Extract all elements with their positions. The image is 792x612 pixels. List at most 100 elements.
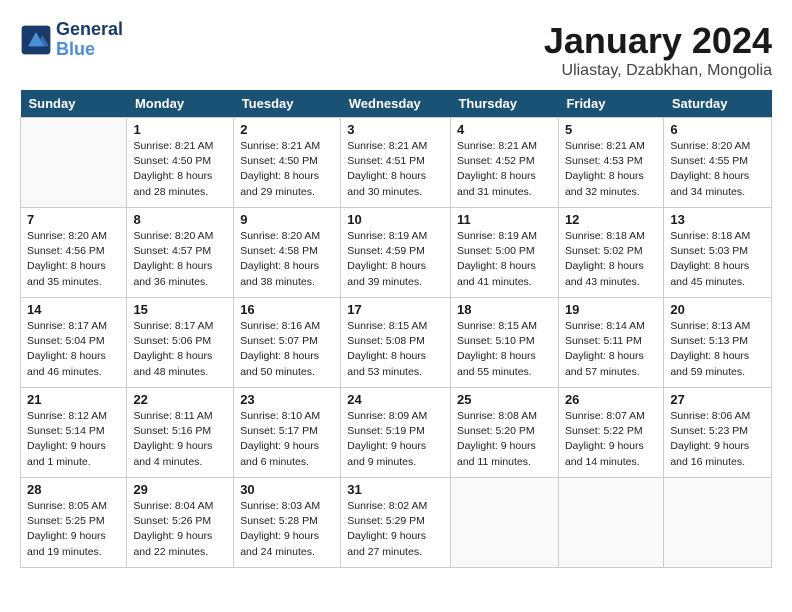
day-cell: 2 Sunrise: 8:21 AMSunset: 4:50 PMDaylight…	[234, 118, 341, 208]
day-number: 1	[133, 122, 227, 137]
day-info: Sunrise: 8:21 AMSunset: 4:51 PMDaylight:…	[347, 139, 444, 200]
day-number: 5	[565, 122, 657, 137]
day-header-wednesday: Wednesday	[341, 90, 451, 118]
day-info: Sunrise: 8:20 AMSunset: 4:56 PMDaylight:…	[27, 229, 120, 290]
day-number: 27	[670, 392, 765, 407]
logo-text: General Blue	[56, 20, 123, 60]
day-info: Sunrise: 8:11 AMSunset: 5:16 PMDaylight:…	[133, 409, 227, 470]
day-cell: 24 Sunrise: 8:09 AMSunset: 5:19 PMDayligh…	[341, 388, 451, 478]
day-cell: 12Sunrise: 8:18 AMSunset: 5:02 PMDayligh…	[558, 208, 663, 298]
day-number: 22	[133, 392, 227, 407]
day-info: Sunrise: 8:13 AMSunset: 5:13 PMDaylight:…	[670, 319, 765, 380]
day-cell: 9 Sunrise: 8:20 AMSunset: 4:58 PMDaylight…	[234, 208, 341, 298]
day-cell: 28Sunrise: 8:05 AMSunset: 5:25 PMDayligh…	[21, 478, 127, 568]
day-cell: 29 Sunrise: 8:04 AMSunset: 5:26 PMDayligh…	[127, 478, 234, 568]
day-number: 9	[240, 212, 334, 227]
day-info: Sunrise: 8:02 AMSunset: 5:29 PMDaylight:…	[347, 499, 444, 560]
day-info: Sunrise: 8:17 AMSunset: 5:06 PMDaylight:…	[133, 319, 227, 380]
day-cell: 26Sunrise: 8:07 AMSunset: 5:22 PMDayligh…	[558, 388, 663, 478]
day-info: Sunrise: 8:15 AMSunset: 5:10 PMDaylight:…	[457, 319, 552, 380]
day-number: 19	[565, 302, 657, 317]
day-info: Sunrise: 8:21 AMSunset: 4:52 PMDaylight:…	[457, 139, 552, 200]
day-cell: 25 Sunrise: 8:08 AMSunset: 5:20 PMDayligh…	[450, 388, 558, 478]
calendar-header-row: SundayMondayTuesdayWednesdayThursdayFrid…	[21, 90, 772, 118]
day-number: 10	[347, 212, 444, 227]
day-header-saturday: Saturday	[664, 90, 772, 118]
day-info: Sunrise: 8:20 AMSunset: 4:55 PMDaylight:…	[670, 139, 765, 200]
day-number: 29	[133, 482, 227, 497]
day-header-monday: Monday	[127, 90, 234, 118]
day-info: Sunrise: 8:21 AMSunset: 4:50 PMDaylight:…	[240, 139, 334, 200]
week-row-2: 7 Sunrise: 8:20 AMSunset: 4:56 PMDaylight…	[21, 208, 772, 298]
day-info: Sunrise: 8:15 AMSunset: 5:08 PMDaylight:…	[347, 319, 444, 380]
day-cell	[664, 478, 772, 568]
day-info: Sunrise: 8:14 AMSunset: 5:11 PMDaylight:…	[565, 319, 657, 380]
day-number: 31	[347, 482, 444, 497]
day-cell: 30Sunrise: 8:03 AMSunset: 5:28 PMDayligh…	[234, 478, 341, 568]
day-info: Sunrise: 8:20 AMSunset: 4:58 PMDaylight:…	[240, 229, 334, 290]
day-info: Sunrise: 8:21 AMSunset: 4:53 PMDaylight:…	[565, 139, 657, 200]
day-cell: 8Sunrise: 8:20 AMSunset: 4:57 PMDaylight…	[127, 208, 234, 298]
day-info: Sunrise: 8:07 AMSunset: 5:22 PMDaylight:…	[565, 409, 657, 470]
day-cell	[558, 478, 663, 568]
day-cell: 31 Sunrise: 8:02 AMSunset: 5:29 PMDayligh…	[341, 478, 451, 568]
day-number: 13	[670, 212, 765, 227]
day-info: Sunrise: 8:17 AMSunset: 5:04 PMDaylight:…	[27, 319, 120, 380]
day-header-friday: Friday	[558, 90, 663, 118]
day-number: 11	[457, 212, 552, 227]
day-header-sunday: Sunday	[21, 90, 127, 118]
page-header: General Blue January 2024 Uliastay, Dzab…	[20, 20, 772, 80]
day-info: Sunrise: 8:05 AMSunset: 5:25 PMDaylight:…	[27, 499, 120, 560]
day-info: Sunrise: 8:21 AMSunset: 4:50 PMDaylight:…	[133, 139, 227, 200]
day-cell: 23 Sunrise: 8:10 AMSunset: 5:17 PMDayligh…	[234, 388, 341, 478]
logo-icon	[20, 24, 52, 56]
day-number: 3	[347, 122, 444, 137]
day-cell: 19 Sunrise: 8:14 AMSunset: 5:11 PMDayligh…	[558, 298, 663, 388]
calendar-table: SundayMondayTuesdayWednesdayThursdayFrid…	[20, 90, 772, 568]
day-number: 14	[27, 302, 120, 317]
day-header-tuesday: Tuesday	[234, 90, 341, 118]
day-number: 17	[347, 302, 444, 317]
day-number: 23	[240, 392, 334, 407]
month-title: January 2024	[544, 20, 772, 62]
day-info: Sunrise: 8:04 AMSunset: 5:26 PMDaylight:…	[133, 499, 227, 560]
day-number: 24	[347, 392, 444, 407]
day-number: 16	[240, 302, 334, 317]
day-cell: 6 Sunrise: 8:20 AMSunset: 4:55 PMDaylight…	[664, 118, 772, 208]
week-row-3: 14 Sunrise: 8:17 AMSunset: 5:04 PMDayligh…	[21, 298, 772, 388]
day-number: 20	[670, 302, 765, 317]
day-number: 25	[457, 392, 552, 407]
day-cell: 10Sunrise: 8:19 AMSunset: 4:59 PMDayligh…	[341, 208, 451, 298]
logo: General Blue	[20, 20, 123, 60]
day-info: Sunrise: 8:18 AMSunset: 5:03 PMDaylight:…	[670, 229, 765, 290]
day-cell: 27 Sunrise: 8:06 AMSunset: 5:23 PMDayligh…	[664, 388, 772, 478]
day-number: 2	[240, 122, 334, 137]
day-cell: 22 Sunrise: 8:11 AMSunset: 5:16 PMDayligh…	[127, 388, 234, 478]
day-cell: 3 Sunrise: 8:21 AMSunset: 4:51 PMDaylight…	[341, 118, 451, 208]
day-info: Sunrise: 8:18 AMSunset: 5:02 PMDaylight:…	[565, 229, 657, 290]
day-info: Sunrise: 8:08 AMSunset: 5:20 PMDaylight:…	[457, 409, 552, 470]
day-number: 18	[457, 302, 552, 317]
day-info: Sunrise: 8:09 AMSunset: 5:19 PMDaylight:…	[347, 409, 444, 470]
day-cell: 13 Sunrise: 8:18 AMSunset: 5:03 PMDayligh…	[664, 208, 772, 298]
day-number: 6	[670, 122, 765, 137]
week-row-1: 1 Sunrise: 8:21 AMSunset: 4:50 PMDaylight…	[21, 118, 772, 208]
day-cell: 21Sunrise: 8:12 AMSunset: 5:14 PMDayligh…	[21, 388, 127, 478]
day-cell: 20 Sunrise: 8:13 AMSunset: 5:13 PMDayligh…	[664, 298, 772, 388]
day-info: Sunrise: 8:16 AMSunset: 5:07 PMDaylight:…	[240, 319, 334, 380]
day-info: Sunrise: 8:03 AMSunset: 5:28 PMDaylight:…	[240, 499, 334, 560]
day-number: 7	[27, 212, 120, 227]
day-cell	[21, 118, 127, 208]
day-cell: 11 Sunrise: 8:19 AMSunset: 5:00 PMDayligh…	[450, 208, 558, 298]
day-number: 15	[133, 302, 227, 317]
day-cell	[450, 478, 558, 568]
day-info: Sunrise: 8:20 AMSunset: 4:57 PMDaylight:…	[133, 229, 227, 290]
day-info: Sunrise: 8:06 AMSunset: 5:23 PMDaylight:…	[670, 409, 765, 470]
day-cell: 4Sunrise: 8:21 AMSunset: 4:52 PMDaylight…	[450, 118, 558, 208]
day-info: Sunrise: 8:19 AMSunset: 5:00 PMDaylight:…	[457, 229, 552, 290]
week-row-5: 28Sunrise: 8:05 AMSunset: 5:25 PMDayligh…	[21, 478, 772, 568]
day-info: Sunrise: 8:10 AMSunset: 5:17 PMDaylight:…	[240, 409, 334, 470]
day-info: Sunrise: 8:12 AMSunset: 5:14 PMDaylight:…	[27, 409, 120, 470]
day-cell: 15 Sunrise: 8:17 AMSunset: 5:06 PMDayligh…	[127, 298, 234, 388]
day-cell: 16 Sunrise: 8:16 AMSunset: 5:07 PMDayligh…	[234, 298, 341, 388]
